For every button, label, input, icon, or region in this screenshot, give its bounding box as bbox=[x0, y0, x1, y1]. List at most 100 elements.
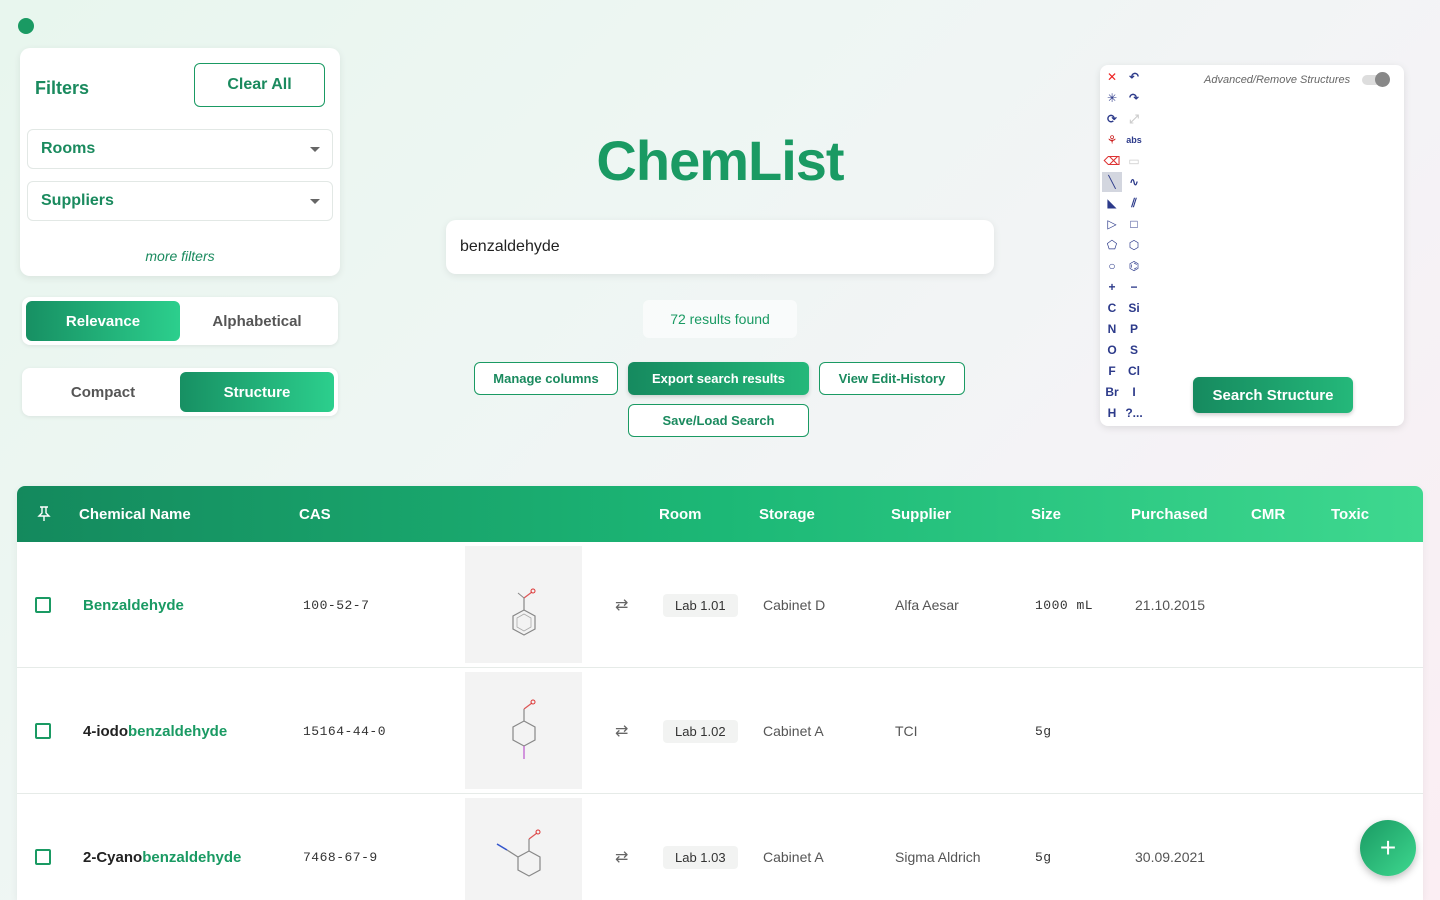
chevron-down-icon bbox=[310, 198, 320, 204]
wedge-bond-icon[interactable]: ◣ bbox=[1102, 193, 1122, 213]
column-toxic[interactable]: Toxic bbox=[1331, 486, 1369, 542]
column-purchased[interactable]: Purchased bbox=[1131, 486, 1208, 542]
element-h[interactable]: H bbox=[1102, 403, 1122, 423]
room-badge: Lab 1.01 bbox=[663, 593, 738, 617]
chain-icon[interactable]: ∿ bbox=[1124, 172, 1144, 192]
export-results-button[interactable]: Export search results bbox=[628, 362, 809, 395]
table-row[interactable]: 2-Cyano benzaldehyde 7468-67-9 ⇄ Lab 1.03… bbox=[17, 794, 1423, 900]
table-header: Chemical Name CAS Room Storage Supplier … bbox=[17, 486, 1423, 542]
manage-columns-button[interactable]: Manage columns bbox=[474, 362, 618, 395]
row-checkbox[interactable] bbox=[35, 542, 51, 668]
cas-number: 100-52-7 bbox=[303, 597, 370, 613]
single-bond-icon[interactable]: ╲ bbox=[1102, 172, 1122, 192]
table-row[interactable]: Benzaldehyde 100-52-7 ⇄ Lab 1.01 Cabinet… bbox=[17, 542, 1423, 668]
supplier-value: Sigma Aldrich bbox=[895, 849, 981, 865]
hash-bond-icon[interactable]: ⫽ bbox=[1124, 193, 1144, 213]
suppliers-select[interactable]: Suppliers bbox=[27, 181, 333, 221]
advanced-toggle[interactable] bbox=[1362, 72, 1390, 87]
pentagon-ring-icon[interactable]: ⬠ bbox=[1102, 235, 1122, 255]
rooms-label: Rooms bbox=[41, 140, 96, 157]
size-value: 5g bbox=[1035, 723, 1052, 739]
room-badge: Lab 1.03 bbox=[663, 845, 738, 869]
atom-map-icon[interactable]: ⚘ bbox=[1102, 130, 1122, 150]
row-checkbox[interactable] bbox=[35, 794, 51, 900]
column-room[interactable]: Room bbox=[659, 486, 702, 542]
cas-number: 7468-67-9 bbox=[303, 849, 378, 865]
view-compact-button[interactable]: Compact bbox=[26, 372, 180, 412]
filters-panel: Filters Clear All Rooms Suppliers more f… bbox=[20, 48, 340, 276]
element-cl[interactable]: Cl bbox=[1124, 361, 1144, 381]
column-supplier[interactable]: Supplier bbox=[891, 486, 951, 542]
element-more[interactable]: ?... bbox=[1124, 403, 1144, 423]
text-icon[interactable]: ▭ bbox=[1124, 151, 1144, 171]
charge-plus-icon[interactable]: + bbox=[1102, 277, 1122, 297]
abs-stereo-icon[interactable]: abs bbox=[1124, 130, 1144, 150]
element-c[interactable]: C bbox=[1102, 298, 1122, 318]
heptagon-ring-icon[interactable]: ○ bbox=[1102, 256, 1122, 276]
charge-minus-icon[interactable]: − bbox=[1124, 277, 1144, 297]
eraser-icon[interactable]: ⌫ bbox=[1102, 151, 1122, 171]
chemical-name[interactable]: 4-iodo benzaldehyde bbox=[83, 668, 227, 794]
element-i[interactable]: I bbox=[1124, 382, 1144, 402]
chemical-name[interactable]: Benzaldehyde bbox=[83, 542, 184, 668]
search-input[interactable] bbox=[460, 238, 980, 256]
element-br[interactable]: Br bbox=[1102, 382, 1122, 402]
clear-all-button[interactable]: Clear All bbox=[194, 63, 325, 107]
element-n[interactable]: N bbox=[1102, 319, 1122, 339]
column-chemical-name[interactable]: Chemical Name bbox=[79, 486, 191, 542]
rooms-select[interactable]: Rooms bbox=[27, 129, 333, 169]
element-o[interactable]: O bbox=[1102, 340, 1122, 360]
view-edit-history-button[interactable]: View Edit-History bbox=[819, 362, 965, 395]
element-f[interactable]: F bbox=[1102, 361, 1122, 381]
chevron-down-icon bbox=[310, 146, 320, 152]
column-cmr[interactable]: CMR bbox=[1251, 486, 1285, 542]
structure-thumbnail[interactable] bbox=[465, 672, 582, 789]
search-box bbox=[446, 220, 994, 274]
structure-thumbnail[interactable] bbox=[465, 798, 582, 900]
filters-title: Filters bbox=[35, 78, 90, 98]
flip-icon[interactable]: ⤢ bbox=[1124, 109, 1144, 129]
more-filters-link[interactable]: more filters bbox=[20, 248, 340, 264]
benzene-ring-icon[interactable]: ⌬ bbox=[1124, 256, 1144, 276]
column-size[interactable]: Size bbox=[1031, 486, 1061, 542]
add-chemical-button[interactable]: + bbox=[1360, 820, 1416, 876]
swap-icon[interactable]: ⇄ bbox=[615, 794, 628, 900]
cas-number: 15164-44-0 bbox=[303, 723, 387, 739]
results-table: Chemical Name CAS Room Storage Supplier … bbox=[17, 486, 1423, 900]
view-structure-button[interactable]: Structure bbox=[180, 372, 334, 412]
column-storage[interactable]: Storage bbox=[759, 486, 815, 542]
supplier-value: Alfa Aesar bbox=[895, 597, 959, 613]
row-checkbox[interactable] bbox=[35, 668, 51, 794]
sort-relevance-button[interactable]: Relevance bbox=[26, 301, 180, 341]
triangle-ring-icon[interactable]: ▷ bbox=[1102, 214, 1122, 234]
square-ring-icon[interactable]: □ bbox=[1124, 214, 1144, 234]
chemical-name[interactable]: 2-Cyano benzaldehyde bbox=[83, 794, 241, 900]
sort-alphabetical-button[interactable]: Alphabetical bbox=[180, 301, 334, 341]
element-si[interactable]: Si bbox=[1124, 298, 1144, 318]
room-badge: Lab 1.02 bbox=[663, 719, 738, 743]
status-dot bbox=[18, 18, 34, 34]
clear-icon[interactable]: ✕ bbox=[1102, 67, 1122, 87]
app-title: ChemList bbox=[596, 129, 844, 192]
sort-toggle: Relevance Alphabetical bbox=[22, 297, 338, 345]
element-p[interactable]: P bbox=[1124, 319, 1144, 339]
lasso-icon[interactable]: ⟳ bbox=[1102, 109, 1122, 129]
element-s[interactable]: S bbox=[1124, 340, 1144, 360]
explicit-hydrogen-icon[interactable]: ✳ bbox=[1102, 88, 1122, 108]
storage-value: Cabinet A bbox=[763, 849, 824, 865]
hexagon-ring-icon[interactable]: ⬡ bbox=[1124, 235, 1144, 255]
column-cas[interactable]: CAS bbox=[299, 486, 331, 542]
redo-icon[interactable]: ↷ bbox=[1124, 88, 1144, 108]
advanced-remove-label: Advanced/Remove Structures bbox=[1204, 74, 1351, 86]
save-load-search-button[interactable]: Save/Load Search bbox=[628, 404, 809, 437]
table-row[interactable]: 4-iodo benzaldehyde 15164-44-0 ⇄ Lab 1.02… bbox=[17, 668, 1423, 794]
swap-icon[interactable]: ⇄ bbox=[615, 542, 628, 668]
search-structure-button[interactable]: Search Structure bbox=[1193, 377, 1353, 413]
supplier-value: TCI bbox=[895, 723, 918, 739]
view-toggle: Compact Structure bbox=[22, 368, 338, 416]
swap-icon[interactable]: ⇄ bbox=[615, 668, 628, 794]
structure-thumbnail[interactable] bbox=[465, 546, 582, 663]
structure-editor: ✕ ↶ ✳ ↷ ⟳ ⤢ ⚘ abs ⌫ ▭ ╲ ∿ ◣ ⫽ ▷ □ ⬠ ⬡ ○ … bbox=[1100, 65, 1404, 426]
undo-icon[interactable]: ↶ bbox=[1124, 67, 1144, 87]
pin-icon[interactable] bbox=[37, 486, 51, 542]
